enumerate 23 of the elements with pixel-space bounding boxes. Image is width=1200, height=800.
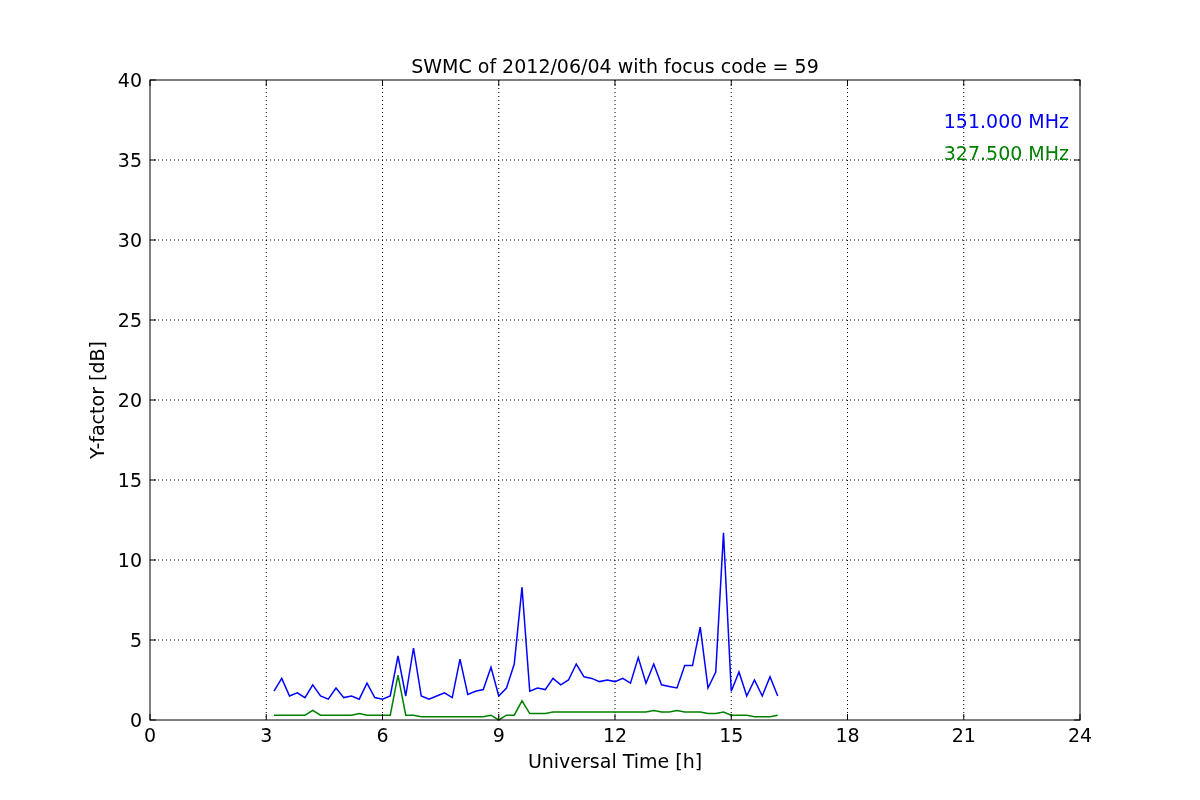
y-tick-label: 40 [117, 69, 142, 91]
legend-label: 327.500 MHz [943, 142, 1069, 164]
x-tick-label: 12 [602, 724, 628, 746]
chart-title: SWMC of 2012/06/04 with focus code = 59 [411, 55, 819, 77]
y-tick-label: 15 [117, 469, 142, 491]
y-tick-label: 0 [129, 709, 142, 731]
x-tick-label: 18 [835, 724, 860, 746]
y-tick-label: 30 [117, 229, 142, 251]
y-tick-label: 35 [117, 149, 142, 171]
x-tick-label: 9 [492, 724, 505, 746]
y-tick-label: 20 [117, 389, 142, 411]
x-tick-label: 6 [376, 724, 389, 746]
y-tick-label: 5 [129, 629, 142, 651]
y-tick-label: 10 [117, 549, 142, 571]
x-tick-label: 24 [1067, 724, 1093, 746]
legend-label: 151.000 MHz [943, 110, 1069, 132]
x-tick-label: 15 [719, 724, 744, 746]
x-axis-label: Universal Time [h] [527, 750, 703, 772]
x-tick-label: 0 [143, 724, 157, 746]
y-axis-label: Y-factor [dB] [86, 341, 108, 459]
x-tick-label: 3 [260, 724, 273, 746]
x-tick-label: 21 [951, 724, 976, 746]
y-tick-label: 25 [117, 309, 142, 331]
